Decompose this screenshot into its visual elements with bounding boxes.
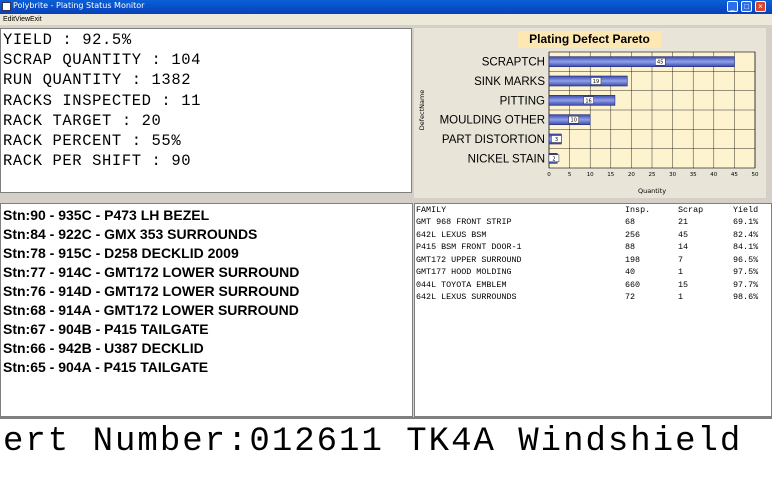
scrap-cell: 14 xyxy=(678,242,689,252)
station-item: Stn:78 - 915C - D258 DECKLID 2009 xyxy=(3,245,239,261)
data-label: 2 xyxy=(552,156,555,162)
yield-cell: 97.7% xyxy=(733,279,759,290)
x-axis-label: Quantity xyxy=(638,187,666,195)
station-item: Stn:65 - 904A - P415 TAILGATE xyxy=(3,359,209,375)
station-item: Stn:76 - 914D - GMT172 LOWER SURROUND xyxy=(3,283,300,299)
family-table-panel: FAMILY Insp. Scrap Yield GMT 968 FRONT S… xyxy=(414,203,772,417)
family-cell: GMT177 HOOD MOLDING xyxy=(416,267,512,277)
category-label: SINK MARKS xyxy=(474,76,545,88)
scrap-cell: 1 xyxy=(678,292,684,302)
x-tick-label: 50 xyxy=(752,172,759,178)
yield-cell: 97.5% xyxy=(733,267,759,277)
x-tick-label: 30 xyxy=(669,172,676,178)
family-cell: 044L TOYOTA EMBLEM xyxy=(416,279,507,290)
x-tick-label: 5 xyxy=(568,172,572,178)
category-label: NICKEL STAIN xyxy=(468,153,545,165)
x-tick-label: 10 xyxy=(587,172,594,178)
column-header-family: FAMILY xyxy=(416,205,447,215)
category-label: SCRAPTCH xyxy=(482,57,545,69)
station-list-panel: Stn:90 - 935C - P473 LH BEZEL Stn:84 - 9… xyxy=(0,203,413,417)
column-header-yield: Yield xyxy=(733,205,759,215)
data-label: 45 xyxy=(657,60,663,66)
x-tick-label: 45 xyxy=(731,172,738,178)
x-tick-label: 35 xyxy=(690,172,697,178)
x-tick-label: 0 xyxy=(547,172,551,178)
yield-cell: 96.5% xyxy=(733,254,759,265)
family-cell: GMT 968 FRONT STRIP xyxy=(416,217,512,227)
category-label: MOULDING OTHER xyxy=(440,115,545,127)
scrap-cell: 15 xyxy=(678,279,689,290)
column-header-insp: Insp. xyxy=(625,205,651,215)
scrap-cell: 1 xyxy=(678,267,684,277)
ticker-text: ert Number:012611 TK4A Windshield xyxy=(3,423,743,461)
alert-ticker: ert Number:012611 TK4A Windshield xyxy=(0,417,772,480)
category-label: PITTING xyxy=(500,95,545,107)
insp-cell: 68 xyxy=(625,217,636,227)
data-label: 19 xyxy=(593,79,599,85)
bar xyxy=(548,75,628,87)
scrap-cell: 21 xyxy=(678,217,689,227)
station-item: Stn:68 - 914A - GMT172 LOWER SURROUND xyxy=(3,302,299,318)
x-tick-label: 20 xyxy=(628,172,635,178)
column-header-scrap: Scrap xyxy=(678,205,704,215)
x-tick-label: 25 xyxy=(649,172,656,178)
station-item: Stn:84 - 922C - GMX 353 SURROUNDS xyxy=(3,226,258,242)
family-cell: 642L LEXUS SURROUNDS xyxy=(416,292,517,302)
yield-cell: 69.1% xyxy=(733,217,759,227)
insp-cell: 256 xyxy=(625,229,641,240)
family-cell: P415 BSM FRONT DOOR-1 xyxy=(416,242,522,252)
scrap-cell: 7 xyxy=(678,254,684,265)
bar xyxy=(548,56,735,67)
yield-cell: 84.1% xyxy=(733,242,759,252)
data-label: 16 xyxy=(585,98,591,104)
category-label: PART DISTORTION xyxy=(442,134,545,146)
data-label: 10 xyxy=(571,118,577,124)
station-item: Stn:90 - 935C - P473 LH BEZEL xyxy=(3,207,210,223)
insp-cell: 72 xyxy=(625,292,636,302)
station-item: Stn:77 - 914C - GMT172 LOWER SURROUND xyxy=(3,264,300,280)
scrap-cell: 45 xyxy=(678,229,689,240)
bar xyxy=(548,95,616,106)
x-tick-label: 15 xyxy=(607,172,614,178)
x-tick-label: 40 xyxy=(710,172,717,178)
station-item: Stn:66 - 942B - U387 DECKLID xyxy=(3,340,204,356)
insp-cell: 198 xyxy=(625,254,641,265)
insp-cell: 88 xyxy=(625,242,636,252)
family-cell: GMT172 UPPER SURROUND xyxy=(416,254,522,265)
insp-cell: 660 xyxy=(625,279,641,290)
insp-cell: 40 xyxy=(625,267,636,277)
y-axis-label: DefectName xyxy=(418,90,426,131)
yield-cell: 82.4% xyxy=(733,229,759,240)
family-cell: 642L LEXUS BSM xyxy=(416,229,487,240)
yield-cell: 98.6% xyxy=(733,292,759,302)
station-item: Stn:67 - 904B - P415 TAILGATE xyxy=(3,321,209,337)
data-label: 3 xyxy=(555,137,558,143)
